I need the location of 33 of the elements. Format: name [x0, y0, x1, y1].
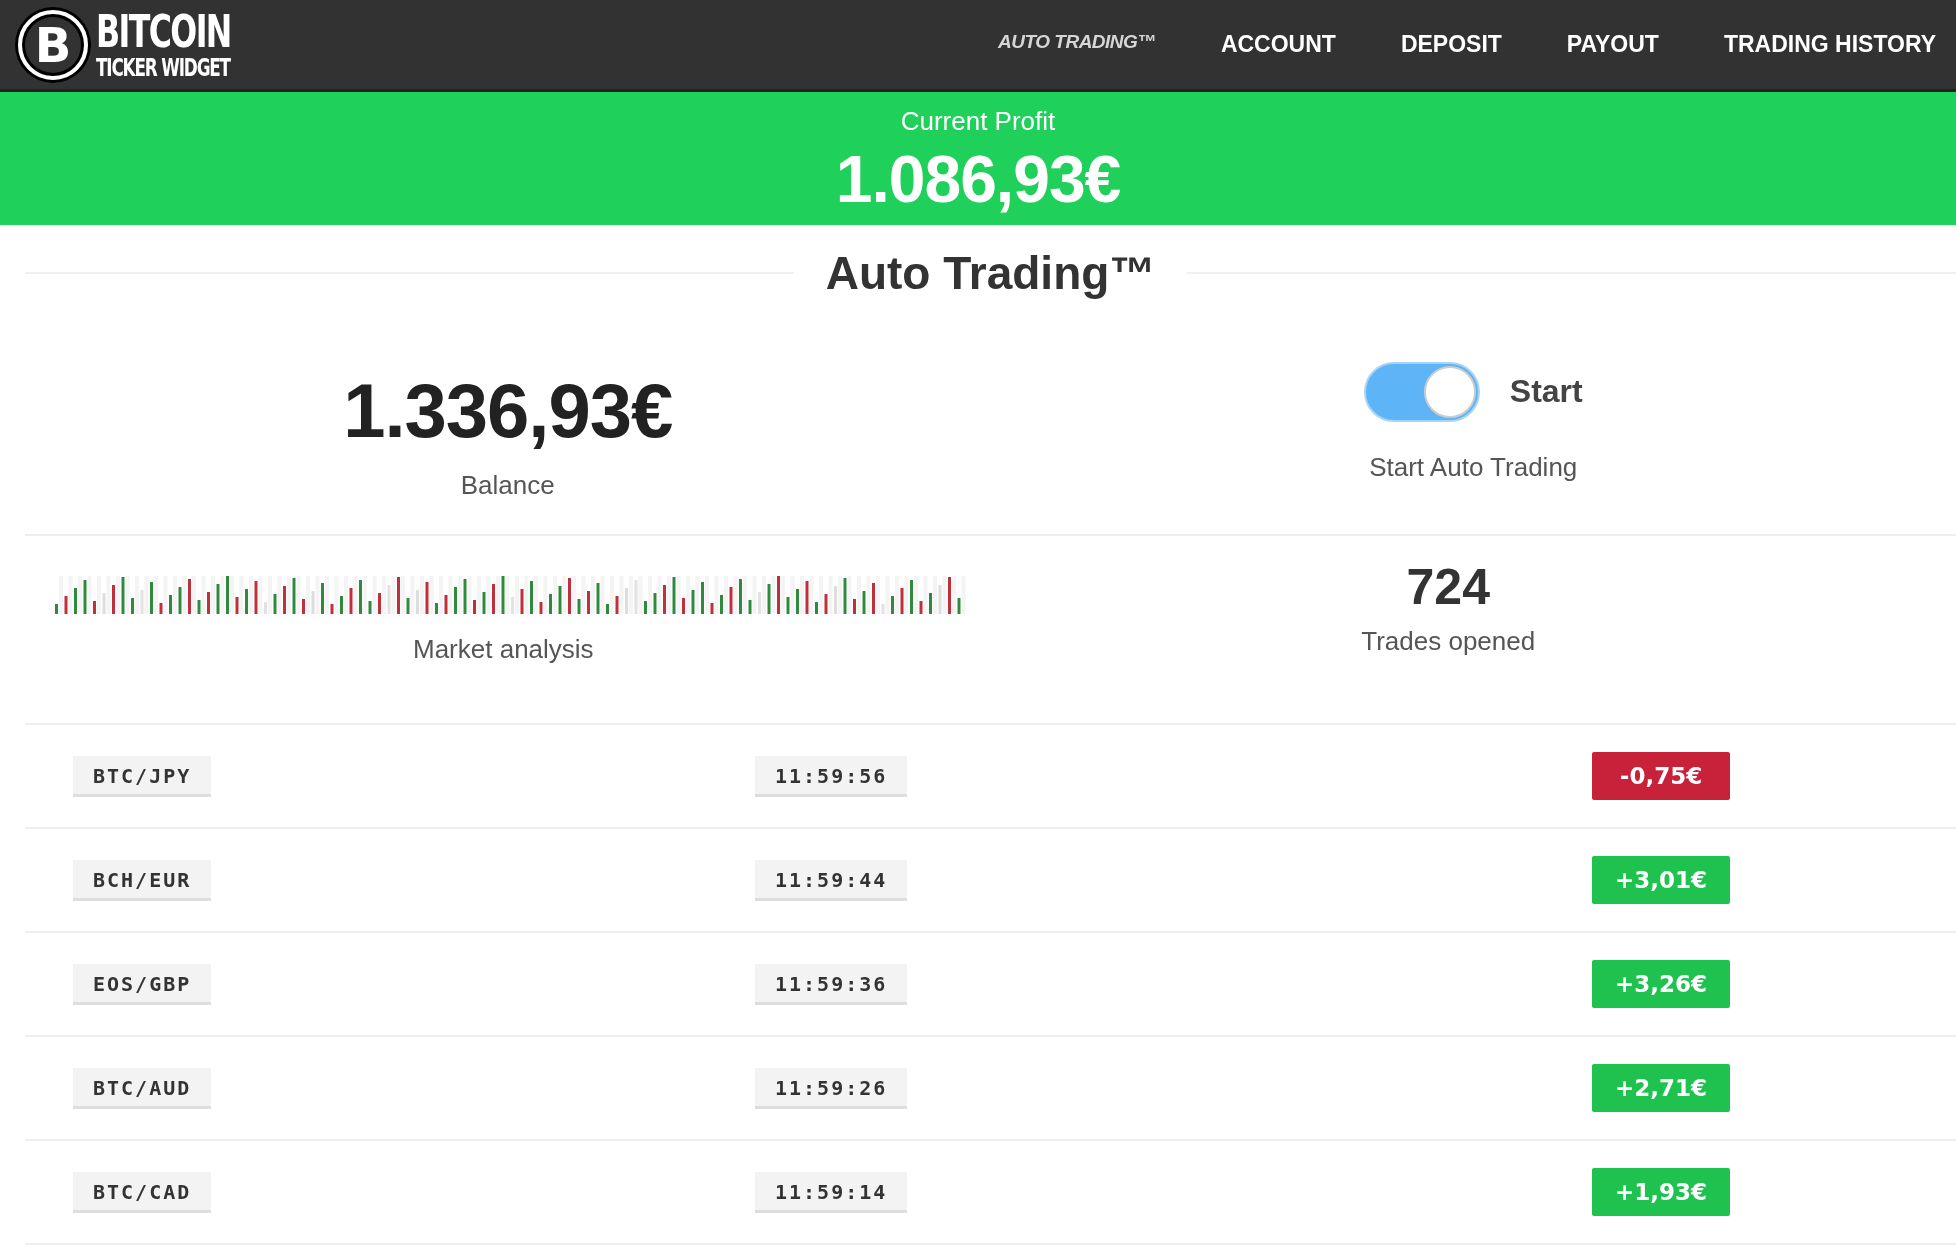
nav-link[interactable]: ACCOUNT: [1184, 31, 1365, 58]
auto-trading-label: Start Auto Trading: [1369, 451, 1578, 483]
logo-badge: B: [18, 9, 88, 80]
nav-link[interactable]: DEPOSIT: [1364, 31, 1531, 58]
profit-badge: +3,26€: [1592, 960, 1730, 1008]
balance-value: 1.336,93€: [343, 367, 673, 454]
pair-tag: BCH/EUR: [73, 859, 212, 901]
time-tag: 11:59:56: [755, 755, 908, 797]
section-title: Auto Trading™: [824, 245, 1157, 300]
nav-link[interactable]: PAYOUT: [1530, 31, 1688, 58]
trades-label: Trades opened: [1361, 626, 1536, 657]
time-tag: 11:59:26: [755, 1067, 908, 1109]
logo-title: BITCOIN: [96, 9, 232, 54]
toggle-label: Start: [1509, 373, 1583, 410]
nav-link[interactable]: TRADING HISTORY: [1687, 31, 1946, 58]
profit-badge: +1,93€: [1592, 1168, 1730, 1216]
time-tag: 11:59:36: [755, 963, 908, 1005]
pair-tag: BTC/JPY: [73, 755, 212, 797]
balance-label: Balance: [460, 470, 555, 501]
profit-badge: +3,01€: [1592, 856, 1730, 904]
logo-subtitle: TICKER WIDGET: [96, 55, 230, 80]
time-tag: 11:59:14: [755, 1171, 908, 1213]
pair-tag: EOS/GBP: [73, 963, 212, 1005]
profit-badge: -0,75€: [1592, 752, 1730, 800]
profit-value: 1.086,93€: [835, 141, 1121, 217]
market-label: Market analysis: [413, 634, 594, 665]
time-tag: 11:59:44: [755, 859, 908, 901]
pair-tag: BTC/AUD: [73, 1067, 212, 1109]
pair-tag: BTC/CAD: [73, 1171, 212, 1213]
profit-label: Current Profit: [900, 106, 1056, 137]
nav-link[interactable]: AUTO TRADING™: [962, 31, 1185, 58]
profit-badge: +2,71€: [1592, 1064, 1730, 1112]
trades-count: 724: [1406, 558, 1490, 616]
